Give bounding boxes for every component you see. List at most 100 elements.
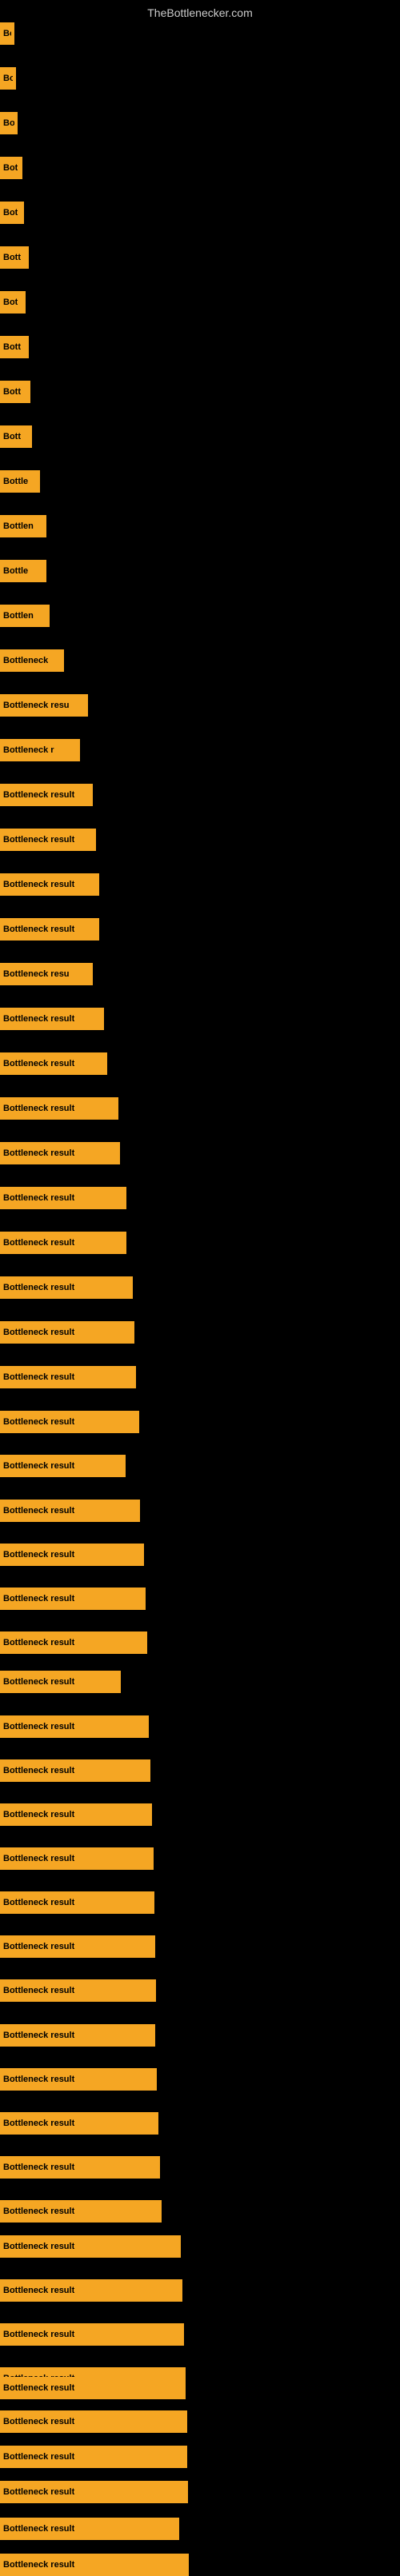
bar-label: Bottleneck result	[3, 2286, 74, 2295]
list-item: Bottleneck result	[0, 1008, 104, 1030]
bar-label: Bottleneck result	[3, 2330, 74, 2339]
bar-label: Bottleneck result	[3, 1810, 74, 1819]
list-item: Bottleneck result	[0, 1588, 146, 1610]
bar-label: Bottleneck result	[3, 2242, 74, 2251]
list-item: Bo	[0, 67, 16, 90]
bar-label: Bott	[3, 342, 21, 352]
bar-label: Bottleneck result	[3, 1854, 74, 1863]
bar-label: Bottle	[3, 566, 28, 576]
list-item: Bot	[0, 157, 22, 179]
bar-label: Bottleneck result	[3, 2075, 74, 2084]
list-item: Bottleneck result	[0, 1847, 154, 1870]
list-item: Bottleneck result	[0, 1411, 139, 1433]
list-item: Bottleneck result	[0, 1803, 152, 1826]
bar-label: Bottleneck result	[3, 790, 74, 800]
list-item: Bottleneck result	[0, 2068, 157, 2091]
list-item: Bottleneck result	[0, 2446, 187, 2468]
bar-label: Bott	[3, 432, 21, 441]
list-item: Bottlen	[0, 515, 46, 537]
list-item: Bottleneck result	[0, 1979, 156, 2002]
bar-label: Bottleneck result	[3, 2417, 74, 2426]
bar-label: Bottleneck result	[3, 1372, 74, 1382]
list-item: Bottleneck result	[0, 2279, 182, 2302]
bar-label: Bottle	[3, 477, 28, 486]
bar-label: Bottleneck result	[3, 1638, 74, 1647]
bar-label: Bottleneck result	[3, 1677, 74, 1687]
list-item: Bottleneck result	[0, 1321, 134, 1344]
list-item: Bottleneck result	[0, 1097, 118, 1120]
bar-label: Bottleneck result	[3, 1942, 74, 1951]
list-item: Bottleneck result	[0, 784, 93, 806]
bar-label: Bottleneck r	[3, 745, 54, 755]
list-item: Bottleneck result	[0, 2410, 187, 2433]
bar-label: Bott	[3, 253, 21, 262]
bar-label: Bottleneck result	[3, 2031, 74, 2040]
bar-label: Bottleneck result	[3, 1898, 74, 1907]
bar-label: Bottleneck result	[3, 1328, 74, 1337]
bar-label: Bottlen	[3, 611, 34, 621]
bar-label: Bottleneck result	[3, 2560, 74, 2570]
list-item: Bo	[0, 22, 14, 45]
bar-label: Bottleneck result	[3, 1594, 74, 1604]
bar-label: Bottleneck result	[3, 1059, 74, 1068]
bar-label: Bottleneck	[3, 656, 48, 665]
bar-label: Bottleneck result	[3, 2487, 74, 2497]
bar-label: Bottleneck result	[3, 2119, 74, 2128]
bar-label: Bottleneck result	[3, 2163, 74, 2172]
bar-label: Bott	[3, 387, 21, 397]
list-item: Bottleneck result	[0, 2112, 158, 2135]
list-item: Bottleneck result	[0, 2481, 188, 2503]
bar-label: Bottleneck result	[3, 2207, 74, 2216]
list-item: Bottleneck result	[0, 2554, 189, 2576]
bar-label: Bottleneck result	[3, 1506, 74, 1516]
list-item: Bottle	[0, 470, 40, 493]
list-item: Bottleneck result	[0, 1366, 136, 1388]
bar-label: Bottleneck result	[3, 2452, 74, 2462]
list-item: Bottleneck result	[0, 1232, 126, 1254]
list-item: Bottleneck result	[0, 2024, 155, 2047]
bar-label: Bottleneck result	[3, 925, 74, 934]
list-item: Bottleneck result	[0, 1142, 120, 1164]
list-item: Bottleneck result	[0, 1187, 126, 1209]
bar-label: Bottleneck result	[3, 1104, 74, 1113]
bar-label: Bo	[3, 74, 13, 83]
bar-label: Bottleneck result	[3, 1148, 74, 1158]
list-item: Bottleneck result	[0, 1631, 147, 1654]
bar-label: Bottleneck result	[3, 1014, 74, 1024]
list-item: Bot	[0, 291, 26, 314]
bar-label: Bo	[3, 118, 14, 128]
bar-label: Bottleneck result	[3, 1986, 74, 1995]
list-item: Bottleneck result	[0, 1500, 140, 1522]
list-item: Bottleneck result	[0, 1891, 154, 1914]
site-title: TheBottlenecker.com	[0, 0, 400, 22]
bar-label: Bottleneck result	[3, 1766, 74, 1775]
list-item: Bottleneck	[0, 649, 64, 672]
list-item: Bottleneck resu	[0, 963, 93, 985]
bar-label: Bottleneck resu	[3, 701, 70, 710]
list-item: Bottleneck result	[0, 2200, 162, 2223]
bar-label: Bottleneck result	[3, 880, 74, 889]
bar-label: Bottleneck resu	[3, 969, 70, 979]
list-item: Bottleneck result	[0, 1455, 126, 1477]
bar-label: Bottlen	[3, 521, 34, 531]
list-item: Bott	[0, 381, 30, 403]
bar-label: Bottleneck result	[3, 1238, 74, 1248]
list-item: Bottleneck result	[0, 2518, 179, 2540]
list-item: Bottleneck r	[0, 739, 80, 761]
bar-label: Bo	[3, 29, 11, 38]
list-item: Bottleneck result	[0, 2377, 186, 2399]
list-item: Bottleneck result	[0, 2156, 160, 2179]
list-item: Bott	[0, 425, 32, 448]
list-item: Bottleneck result	[0, 2323, 184, 2346]
list-item: Bottleneck result	[0, 1052, 107, 1075]
list-item: Bottleneck result	[0, 829, 96, 851]
list-item: Bottleneck result	[0, 1671, 121, 1693]
bar-label: Bot	[3, 163, 18, 173]
bar-label: Bottleneck result	[3, 2524, 74, 2534]
list-item: Bottleneck result	[0, 873, 99, 896]
list-item: Bott	[0, 246, 29, 269]
list-item: Bottleneck result	[0, 1276, 133, 1299]
list-item: Bottleneck result	[0, 1544, 144, 1566]
bar-label: Bottleneck result	[3, 1283, 74, 1292]
list-item: Bottleneck resu	[0, 694, 88, 717]
